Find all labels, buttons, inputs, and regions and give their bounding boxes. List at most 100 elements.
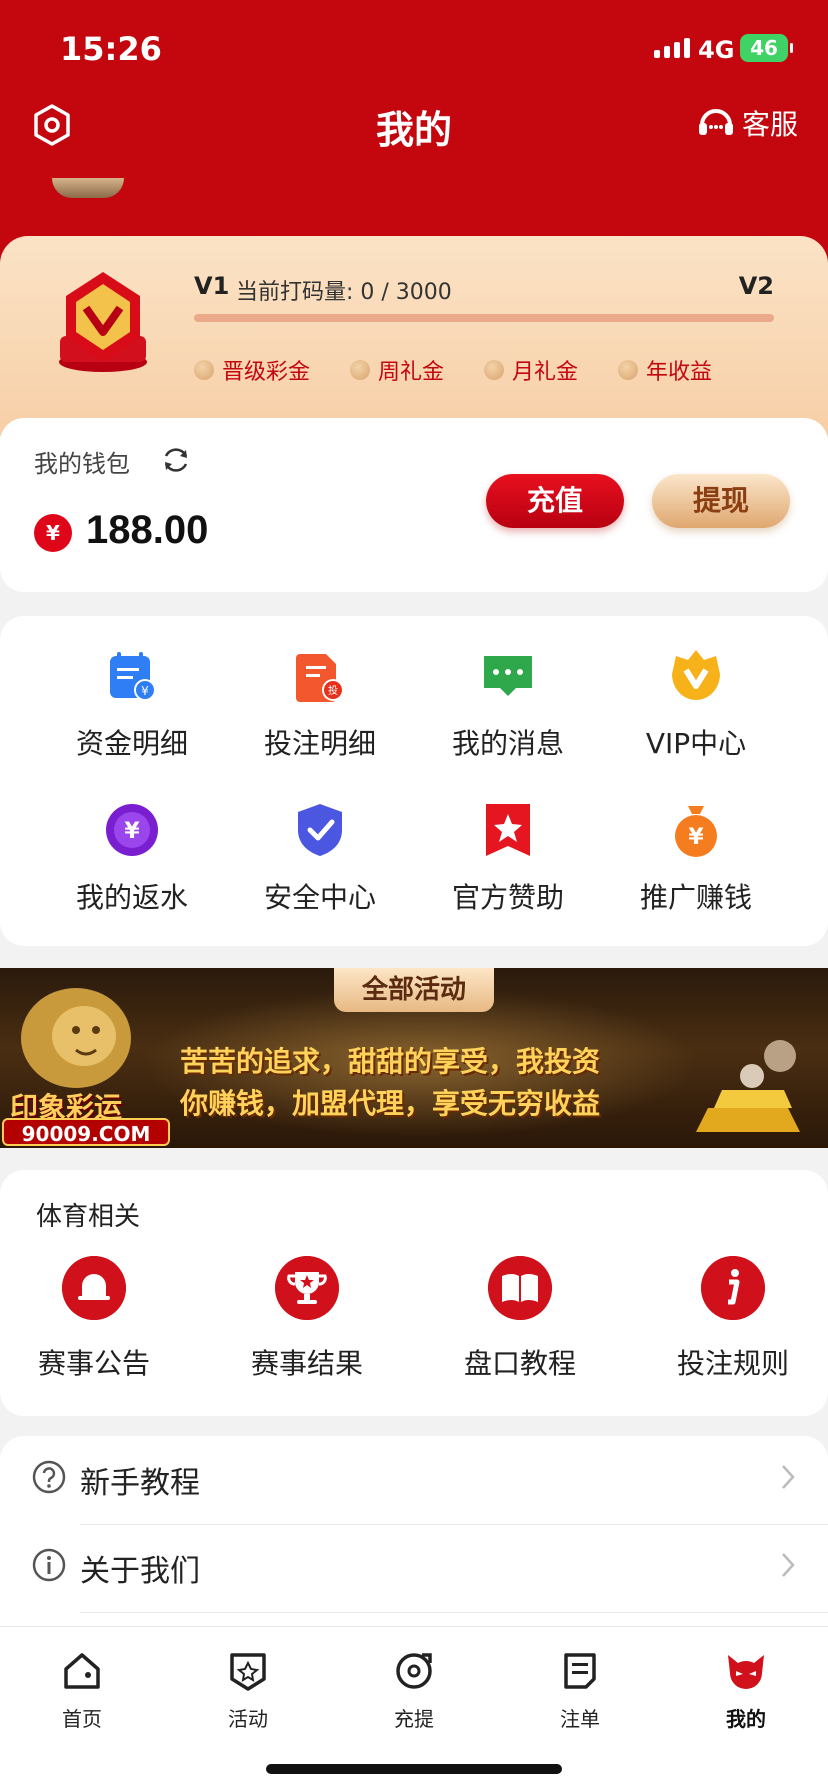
all-activities-tag[interactable]: 全部活动 (334, 968, 494, 1012)
sports-title: 体育相关 (36, 1202, 141, 1232)
withdraw-button[interactable]: 提现 (652, 474, 790, 528)
perk-list: 晋级彩金 周礼金 月礼金 年收益 (194, 354, 712, 386)
headset-icon (698, 109, 733, 135)
svg-text:¥: ¥ (124, 819, 140, 844)
refresh-icon[interactable] (160, 444, 192, 476)
trophy-icon (275, 1256, 339, 1320)
star-ribbon-icon (486, 804, 530, 856)
shield-check-icon (298, 804, 342, 856)
sports-section: 体育相关 赛事公告 赛事结果 盘口教程 投注规则 (0, 1170, 828, 1416)
fund-detail-icon: ¥ (110, 652, 156, 701)
service-label: 客服 (741, 108, 798, 141)
svg-text:¥: ¥ (688, 825, 704, 850)
list-label: 新手教程 (80, 1466, 200, 1501)
sport-item-announcement[interactable]: 赛事公告 (0, 1256, 194, 1382)
deposit-button[interactable]: 充值 (486, 474, 624, 528)
next-level: V2 (738, 272, 774, 300)
question-icon (32, 1460, 66, 1494)
list-label: 关于我们 (80, 1554, 200, 1589)
svg-text:投: 投 (328, 684, 338, 697)
tab-activity[interactable]: 活动 (188, 1649, 308, 1732)
menu-label: VIP中心 (645, 727, 747, 760)
nav-row: 我的 客服 (0, 95, 828, 155)
signal-icon (654, 38, 690, 58)
menu-label: 投注明细 (263, 727, 376, 760)
settings-list: 新手教程 关于我们 (0, 1436, 828, 1626)
list-item-about-us[interactable]: 关于我们 (0, 1524, 828, 1612)
tab-label: 注单 (560, 1707, 600, 1731)
menu-label: 推广赚钱 (639, 881, 752, 914)
vip-crown-icon (672, 650, 720, 700)
menu-item-fund-detail[interactable]: ¥ 资金明细 (42, 648, 222, 762)
menu-label: 我的返水 (75, 881, 188, 914)
status-time: 15:26 (60, 30, 162, 68)
promo-money-icon: ¥ (675, 806, 717, 857)
menu-item-bet-detail[interactable]: 投 投注明细 (230, 648, 410, 762)
menu-label: 官方赞助 (451, 881, 564, 914)
sport-label: 赛事结果 (250, 1347, 363, 1380)
tab-label: 活动 (228, 1707, 268, 1731)
sport-item-tutorial[interactable]: 盘口教程 (420, 1256, 620, 1382)
status-bar: 15:26 4G 46 (0, 28, 828, 72)
activity-banner[interactable]: 印象彩运 90009.COM 全部活动 苦苦的追求，甜甜的享受，我投资 你赚钱，… (0, 968, 828, 1148)
menu-label: 资金明细 (75, 727, 188, 760)
perk-monthly-gift: 月礼金 (484, 354, 578, 386)
level-row: V1 当前打码量: 0 / 3000 V2 (194, 272, 774, 306)
perk-dot-icon (194, 360, 214, 380)
chevron-right-icon (782, 1553, 795, 1577)
sport-item-rules[interactable]: 投注规则 (633, 1256, 828, 1382)
sport-label: 赛事公告 (37, 1347, 150, 1380)
brand-site: 90009.COM (2, 1118, 170, 1146)
banner-slogan-2: 你赚钱，加盟代理，享受无穷收益 (180, 1087, 601, 1120)
wallet-label: 我的钱包 (34, 450, 130, 478)
vip-card[interactable]: V1 当前打码量: 0 / 3000 V2 晋级彩金 周礼金 月礼金 年收益 (0, 236, 828, 436)
perk-label: 周礼金 (378, 360, 445, 385)
book-icon (488, 1256, 552, 1320)
menu-item-sponsor[interactable]: 官方赞助 (418, 802, 598, 916)
perk-upgrade-bonus: 晋级彩金 (194, 354, 310, 386)
perk-label: 年收益 (646, 360, 713, 385)
list-item-beginner-tutorial[interactable]: 新手教程 (0, 1436, 828, 1524)
vip-badge-icon (59, 272, 147, 372)
perk-dot-icon (350, 360, 371, 380)
info-circle-icon (32, 1548, 66, 1582)
perk-dot-icon (484, 360, 505, 380)
tab-profile[interactable]: 我的 (686, 1649, 806, 1732)
menu-grid: ¥ 资金明细 投 投注明细 我的消息 VIP中心 ¥ 我的返水 安全中心 官方赞… (0, 616, 828, 946)
tab-orders[interactable]: 注单 (520, 1649, 640, 1732)
menu-item-messages[interactable]: 我的消息 (418, 648, 598, 762)
deposit-icon (396, 1653, 432, 1689)
bell-icon (62, 1256, 126, 1320)
banner-slogan-1: 苦苦的追求，甜甜的享受，我投资 (180, 1045, 601, 1078)
avatar[interactable] (52, 178, 124, 198)
menu-item-security[interactable]: 安全中心 (230, 802, 410, 916)
wallet-balance: 188.00 (86, 508, 209, 552)
order-icon (564, 1653, 596, 1689)
network-label: 4G (698, 36, 735, 64)
perk-annual-income: 年收益 (618, 354, 712, 386)
message-icon (484, 656, 532, 696)
level-progress-bar (194, 314, 774, 322)
bet-progress-label: 当前打码量: 0 / 3000 (236, 280, 452, 305)
battery-icon: 46 (740, 34, 793, 62)
sport-item-results[interactable]: 赛事结果 (207, 1256, 407, 1382)
tab-deposit-withdraw[interactable]: 充提 (354, 1649, 474, 1732)
sport-label: 投注规则 (676, 1347, 789, 1380)
menu-item-rebate[interactable]: ¥ 我的返水 (42, 802, 222, 916)
home-icon (64, 1653, 100, 1689)
rebate-icon: ¥ (106, 804, 158, 856)
perk-weekly-gift: 周礼金 (350, 354, 444, 386)
gold-bars-icon (696, 1040, 800, 1132)
current-level: V1 (194, 272, 230, 300)
menu-item-vip-center[interactable]: VIP中心 (606, 648, 786, 762)
tab-home[interactable]: 首页 (22, 1649, 142, 1732)
customer-service-button[interactable]: 客服 (696, 103, 798, 143)
tab-label: 首页 (62, 1707, 102, 1731)
menu-item-promo[interactable]: ¥ 推广赚钱 (606, 802, 786, 916)
info-icon (701, 1256, 765, 1320)
svg-text:¥: ¥ (141, 684, 149, 698)
wallet-card: 我的钱包 ¥ 188.00 充值 提现 (0, 418, 828, 592)
bet-detail-icon: 投 (296, 654, 344, 702)
perk-dot-icon (618, 360, 639, 380)
chevron-right-icon (782, 1465, 795, 1489)
